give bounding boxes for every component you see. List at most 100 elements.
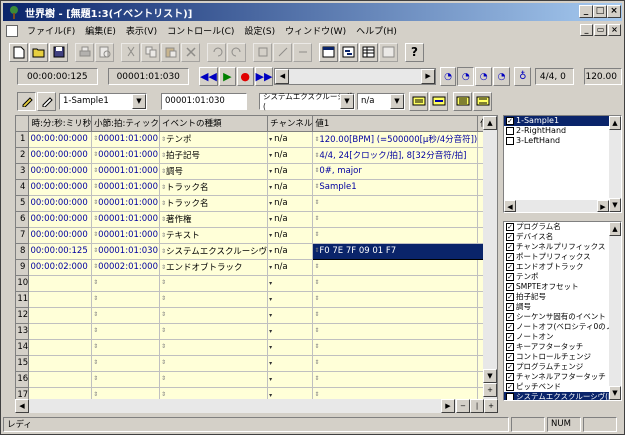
event-filter-checkbox[interactable]: ✓ [506,223,514,231]
help-button[interactable]: ? [405,42,424,62]
event-filter-item[interactable]: ✓ デバイス名 [504,232,621,242]
print-preview-button[interactable] [95,42,114,62]
cell-position[interactable]: ⇕ [91,371,161,388]
record-button[interactable]: ● [236,67,254,86]
cell-value1[interactable]: ⇕0#, major [312,163,479,180]
table-row[interactable]: 4 00:00:00:000 ⇕00001:01:000 ⇕トラック名 ▾ n/a ⇕Sam… [16,179,497,196]
cell-position[interactable]: ⇕00001:01:000 [91,195,161,212]
event-filter-item[interactable]: ✓ プログラムチェンジ [504,362,621,372]
cell-time[interactable]: 00:00:00:000 [28,227,93,244]
cell-time[interactable]: 00:00:00:125 [28,243,93,260]
mdi-minimize-button[interactable]: _ [580,24,593,36]
spin-icon[interactable]: ⇕ [93,312,98,318]
menu-edit[interactable]: 編集(E) [80,24,121,37]
event-filter-checkbox[interactable]: ✓ [506,343,514,351]
cell-value1[interactable]: ⇕ [312,227,479,244]
event-filter-item[interactable]: ✓ ポートプリフィックス [504,252,621,262]
spin-icon[interactable]: ⇕ [93,280,98,286]
event-filter-checkbox[interactable]: ✓ [506,253,514,261]
undo-button[interactable] [207,42,226,62]
cell-channel[interactable]: ▾ n/a [267,131,314,148]
spin-icon[interactable]: ⇕ [161,344,166,350]
cell-position[interactable]: ⇕00001:01:000 [91,147,161,164]
insert-row-button[interactable] [409,91,428,111]
cell-event-kind[interactable]: ⇕テキスト [159,227,269,244]
select-none-button[interactable] [473,91,492,111]
cell-time[interactable]: 00:00:00:000 [28,195,93,212]
modify-event-button[interactable] [273,42,292,62]
event-filter-checkbox[interactable]: ✓ [506,383,514,391]
cell-position[interactable]: ⇕ [91,355,161,372]
event-filter-checkbox[interactable]: ✓ [506,283,514,291]
event-filter-checkbox[interactable]: ✓ [506,333,514,341]
cell-value1[interactable]: ⇕ [312,339,479,356]
cell-time[interactable] [28,291,93,308]
dropdown-arrow-icon[interactable]: ▾ [269,360,274,367]
menu-settings[interactable]: 設定(S) [239,24,280,37]
cell-event-kind[interactable]: ⇕ [159,275,269,292]
spin-icon[interactable]: ⇕ [314,264,319,270]
spin-icon[interactable]: ⇕ [161,328,166,334]
track-list-scroll-down[interactable]: ▼ [609,198,621,212]
table-row[interactable]: 1 00:00:00:000 ⇕00001:01:000 ⇕テンポ ▾ n/a ⇕120.0… [16,131,497,148]
cell-position[interactable]: ⇕ [91,275,161,292]
track-list-item[interactable]: ✓ 1-Sample1 [504,116,621,126]
cell-event-kind[interactable]: ⇕調号 [159,163,269,180]
event-kind-select[interactable]: システムエクスクルーシヴ( ▼ [259,92,355,111]
cell-value1[interactable]: ⇕ [312,355,479,372]
event-filter-checkbox[interactable]: ✓ [506,273,514,281]
grid-scroll-left[interactable]: ◀ [15,399,29,413]
header-value1[interactable]: 値1 [312,116,479,132]
event-filter-checkbox[interactable]: ✓ [506,293,514,301]
cell-position[interactable]: ⇕00002:01:000 [91,259,161,276]
metronome-button[interactable]: ♁ [514,67,532,86]
paste-button[interactable] [161,42,180,62]
spin-icon[interactable]: ⇕ [314,296,319,302]
cell-channel[interactable]: ▾ [267,355,314,372]
channel-select-dropdown-icon[interactable]: ▼ [390,93,404,109]
cell-event-kind[interactable]: ⇕トラック名 [159,179,269,196]
pen-tool-button[interactable] [17,91,36,111]
track-list-scroll-left[interactable]: ◀ [504,200,516,212]
menu-window[interactable]: ウィンドウ(W) [280,24,351,37]
dropdown-arrow-icon[interactable]: ▾ [269,392,274,399]
cell-value1[interactable]: ⇕ [312,307,479,324]
header-event-kind[interactable]: イベントの種類 [159,116,269,132]
cell-time[interactable]: 00:00:00:000 [28,163,93,180]
event-filter-item[interactable]: ✓ ピッチベンド [504,382,621,392]
cell-value1[interactable]: ⇕ [312,291,479,308]
cell-time[interactable] [28,307,93,324]
cell-position[interactable]: ⇕ [91,291,161,308]
grid-scroll-down[interactable]: ▼ [483,369,497,383]
spin-icon[interactable]: ⇕ [314,200,319,206]
spin-icon[interactable]: ⇕ [161,280,166,286]
slider-left-arrow[interactable]: ◀ [275,69,290,84]
grid-zoom-out[interactable]: − [456,399,470,413]
event-filter-scrollbar[interactable]: ▲ ▼ [609,222,621,400]
cell-position[interactable]: ⇕00001:01:000 [91,211,161,228]
event-filter-checkbox[interactable]: ✓ [506,393,514,400]
cell-time[interactable]: 00:00:00:000 [28,179,93,196]
track-select-dropdown-icon[interactable]: ▼ [132,93,146,109]
remove-event-button[interactable] [293,42,312,62]
new-file-button[interactable] [9,42,28,62]
spin-icon[interactable]: ⇕ [93,376,98,382]
grid-scroll-up[interactable]: ▲ [483,116,497,130]
cell-channel[interactable]: ▾ [267,291,314,308]
rewind-button[interactable]: ◀◀ [198,67,218,86]
event-filter-item[interactable]: ✓ シーケンサ固有のイベント [504,312,621,322]
position-slider[interactable]: ◀ ▶ [274,68,437,85]
event-filter-checkbox[interactable]: ✓ [506,323,514,331]
spin-icon[interactable]: ⇕ [314,216,319,222]
event-filter-item[interactable]: ✓ エンドオブトラック [504,262,621,272]
mdi-close-button[interactable]: × [608,24,621,36]
event-filter-item[interactable]: ✓ノートオフ(ベロシティ0のノートオン) [504,322,621,332]
spin-icon[interactable]: ⇕ [93,392,98,398]
cell-event-kind[interactable]: ⇕ [159,323,269,340]
cell-time[interactable]: 00:00:00:000 [28,131,93,148]
spin-icon[interactable]: ⇕ [314,376,319,382]
menu-control[interactable]: コントロール(C) [162,24,239,37]
cell-time[interactable]: 00:00:02:000 [28,259,93,276]
insert-event-button[interactable] [253,42,272,62]
cell-time[interactable] [28,275,93,292]
